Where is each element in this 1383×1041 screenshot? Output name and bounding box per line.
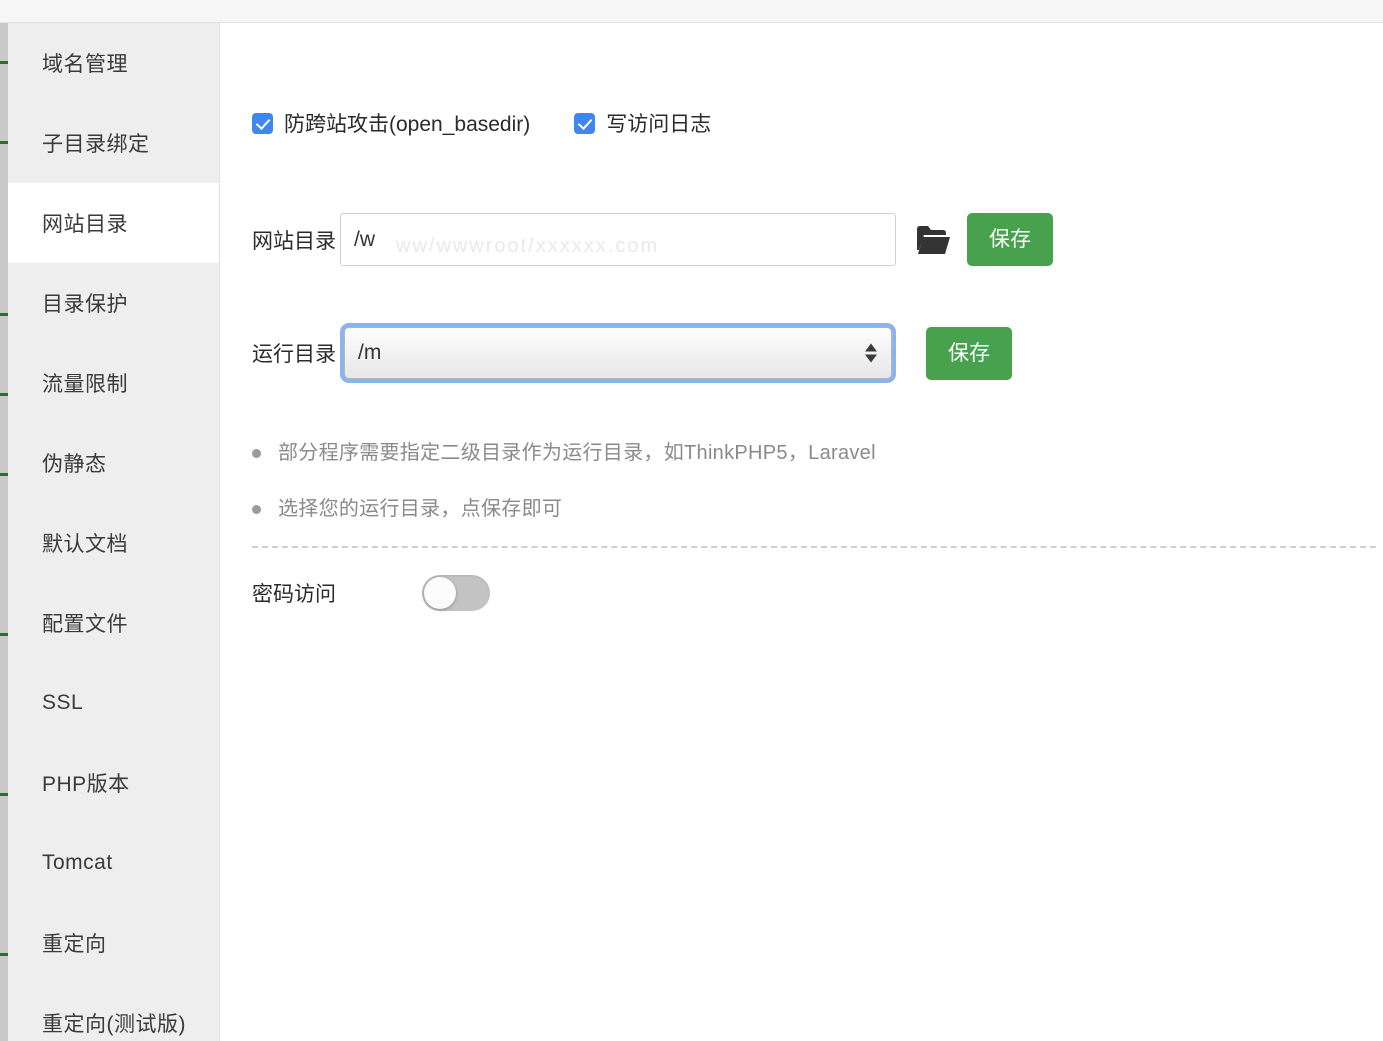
help-notes-list: 部分程序需要指定二级目录作为运行目录，如ThinkPHP5，Laravel 选择…	[252, 438, 1252, 550]
chevron-up-icon	[865, 344, 877, 352]
sidebar-item-label: 子目录绑定	[42, 128, 150, 158]
sidebar-item-subdirectory-binding[interactable]: 子目录绑定	[8, 103, 219, 183]
sidebar-item-label: SSL	[42, 691, 83, 715]
list-item: 部分程序需要指定二级目录作为运行目录，如ThinkPHP5，Laravel	[252, 438, 1252, 468]
window-header-strip	[0, 0, 1383, 23]
sidebar-item-label: 配置文件	[42, 608, 128, 638]
run-directory-select[interactable]: /m	[344, 327, 892, 379]
sidebar-item-website-directory[interactable]: 网站目录	[8, 183, 220, 263]
sidebar-item-label: 重定向	[42, 928, 107, 958]
sidebar-item-tomcat[interactable]: Tomcat	[8, 823, 219, 903]
checkbox-write-access-log-label: 写访问日志	[606, 108, 711, 138]
rail-marker	[0, 953, 8, 956]
website-directory-label: 网站目录	[252, 225, 336, 255]
sidebar-item-config-file[interactable]: 配置文件	[8, 583, 219, 663]
save-website-directory-button[interactable]: 保存	[967, 213, 1053, 266]
rail-marker	[0, 313, 8, 316]
main-content: 防跨站攻击(open_basedir) 写访问日志 网站目录 ww/wwwroo…	[221, 23, 1383, 1041]
checkbox-checked-icon[interactable]	[252, 113, 273, 134]
run-directory-select-value: /m	[358, 341, 381, 365]
website-directory-row: 网站目录 ww/wwwroot/xxxxxx.com 保存	[252, 213, 1053, 266]
checkbox-open-basedir-label: 防跨站攻击(open_basedir)	[284, 108, 530, 138]
checkbox-write-access-log[interactable]: 写访问日志	[574, 108, 711, 138]
list-item: 选择您的运行目录，点保存即可	[252, 494, 1252, 524]
sidebar-item-domain-management[interactable]: 域名管理	[8, 23, 219, 103]
password-access-label: 密码访问	[252, 578, 422, 608]
sidebar-item-label: Tomcat	[42, 851, 113, 875]
sidebar-item-redirect[interactable]: 重定向	[8, 903, 219, 983]
checkbox-checked-icon[interactable]	[574, 113, 595, 134]
rail-marker	[0, 473, 8, 476]
website-directory-input[interactable]	[340, 213, 896, 266]
sidebar-item-label: 目录保护	[42, 288, 128, 318]
sidebar-item-label: 流量限制	[42, 368, 128, 398]
rail-marker	[0, 141, 8, 144]
sidebar-item-label: 伪静态	[42, 448, 107, 478]
sidebar-item-default-document[interactable]: 默认文档	[8, 503, 219, 583]
password-access-row: 密码访问	[252, 575, 490, 611]
run-directory-row: 运行目录 /m 保存	[252, 323, 1012, 383]
save-run-directory-button[interactable]: 保存	[926, 327, 1012, 380]
sidebar: 域名管理 子目录绑定 网站目录 目录保护 流量限制 伪静态 默认文档 配置文件 …	[8, 23, 220, 1041]
sidebar-item-directory-protection[interactable]: 目录保护	[8, 263, 219, 343]
run-directory-label: 运行目录	[252, 338, 336, 368]
help-note-text: 部分程序需要指定二级目录作为运行目录，如ThinkPHP5，Laravel	[278, 438, 876, 468]
sidebar-item-label: 域名管理	[42, 48, 128, 78]
sidebar-item-label: 网站目录	[42, 208, 128, 238]
left-rail	[0, 23, 8, 1041]
help-note-text: 选择您的运行目录，点保存即可	[278, 494, 562, 524]
bullet-icon	[252, 505, 261, 514]
rail-marker	[0, 393, 8, 396]
sidebar-item-redirect-beta[interactable]: 重定向(测试版)	[8, 983, 219, 1041]
rail-marker	[0, 633, 8, 636]
app-window: 域名管理 子目录绑定 网站目录 目录保护 流量限制 伪静态 默认文档 配置文件 …	[0, 0, 1383, 1041]
sidebar-item-ssl[interactable]: SSL	[8, 663, 219, 743]
select-spinner-arrows-icon[interactable]	[865, 344, 877, 363]
toggle-knob	[424, 577, 456, 609]
sidebar-item-label: PHP版本	[42, 768, 130, 798]
folder-open-icon[interactable]	[917, 226, 950, 254]
password-access-toggle[interactable]	[422, 575, 490, 611]
sidebar-item-traffic-limit[interactable]: 流量限制	[8, 343, 219, 423]
sidebar-item-rewrite[interactable]: 伪静态	[8, 423, 219, 503]
website-directory-input-wrap: ww/wwwroot/xxxxxx.com	[340, 213, 896, 266]
sidebar-item-label: 重定向(测试版)	[42, 1008, 186, 1038]
chevron-down-icon	[865, 355, 877, 363]
sidebar-item-label: 默认文档	[42, 528, 128, 558]
header-ghost-text	[281, 0, 341, 2]
run-directory-select-focus-ring: /m	[340, 323, 896, 383]
options-checkbox-row: 防跨站攻击(open_basedir) 写访问日志	[252, 108, 711, 138]
sidebar-item-php-version[interactable]: PHP版本	[8, 743, 219, 823]
bullet-icon	[252, 449, 261, 458]
checkbox-open-basedir[interactable]: 防跨站攻击(open_basedir)	[252, 108, 530, 138]
section-divider	[252, 546, 1376, 548]
rail-marker	[0, 793, 8, 796]
rail-marker	[0, 61, 8, 64]
